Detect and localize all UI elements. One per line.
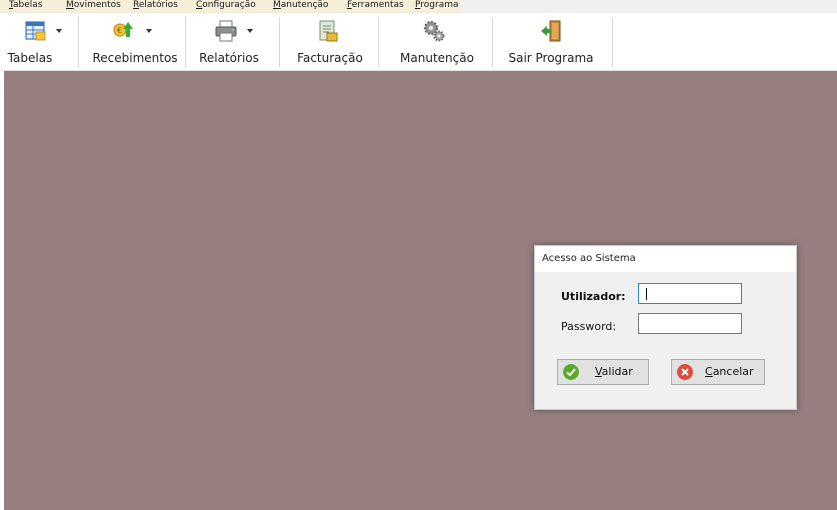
toolbar-tabelas-button[interactable]: Tabelas — [8, 13, 74, 70]
toolbar-facturacao-button[interactable]: Facturação — [290, 13, 370, 70]
menu-configuracao[interactable]: Configuração — [196, 0, 256, 12]
svg-text:€: € — [117, 26, 122, 35]
toolbar-facturacao-label: Facturação — [297, 51, 363, 65]
toolbar-manutencao-button[interactable]: Manutenção — [392, 13, 482, 70]
toolbar-recebimentos-label: Recebimentos — [92, 51, 178, 65]
toolbar-separator — [185, 17, 186, 67]
toolbar: Tabelas € Recebimentos Relatórios Factur… — [0, 13, 837, 71]
toolbar-manutencao-label: Manutenção — [400, 51, 474, 65]
menu-programa[interactable]: Programa — [415, 0, 459, 12]
check-circle-icon — [563, 364, 579, 380]
toolbar-relatorios-label: Relatórios — [199, 51, 259, 65]
password-input[interactable] — [638, 313, 742, 334]
printer-icon — [215, 20, 237, 42]
menu-manutencao[interactable]: Manutenção — [273, 0, 328, 12]
text-caret — [646, 288, 647, 300]
dialog-title: Acesso ao Sistema — [535, 246, 796, 272]
cancel-button[interactable]: Cancelar — [671, 359, 765, 385]
menu-movimentos[interactable]: Movimentos — [66, 0, 121, 12]
menu-bar: Tabelas Movimentos Relatórios Configuraç… — [0, 0, 837, 13]
toolbar-separator — [492, 17, 493, 67]
cancel-button-label: Cancelar — [705, 365, 754, 378]
validate-button-label: Validar — [595, 365, 633, 378]
toolbar-separator — [279, 17, 280, 67]
gears-icon — [423, 20, 445, 42]
toolbar-separator — [378, 17, 379, 67]
validate-button[interactable]: Validar — [557, 359, 649, 385]
chevron-down-icon[interactable] — [56, 29, 62, 33]
money-receive-icon: € — [113, 22, 133, 37]
cancel-circle-icon — [677, 364, 693, 380]
toolbar-recebimentos-button[interactable]: € Recebimentos — [88, 13, 182, 70]
toolbar-sair-programa-label: Sair Programa — [508, 51, 594, 65]
toolbar-tabelas-label: Tabelas — [7, 51, 53, 65]
table-grid-icon — [25, 21, 46, 41]
menu-tabelas[interactable]: Tabelas — [9, 0, 43, 12]
toolbar-relatorios-button[interactable]: Relatórios — [194, 13, 264, 70]
menu-ferramentas[interactable]: Ferramentas — [347, 0, 404, 12]
exit-door-icon — [541, 20, 561, 42]
toolbar-separator — [78, 17, 79, 67]
chevron-down-icon[interactable] — [247, 29, 253, 33]
user-input[interactable] — [638, 283, 742, 304]
invoice-icon — [319, 20, 338, 42]
user-label: Utilizador: — [561, 290, 626, 303]
toolbar-sair-programa-button[interactable]: Sair Programa — [505, 13, 597, 70]
chevron-down-icon[interactable] — [146, 29, 152, 33]
password-label: Password: — [561, 320, 617, 333]
menu-relatorios[interactable]: Relatórios — [133, 0, 178, 12]
toolbar-separator — [612, 17, 613, 67]
